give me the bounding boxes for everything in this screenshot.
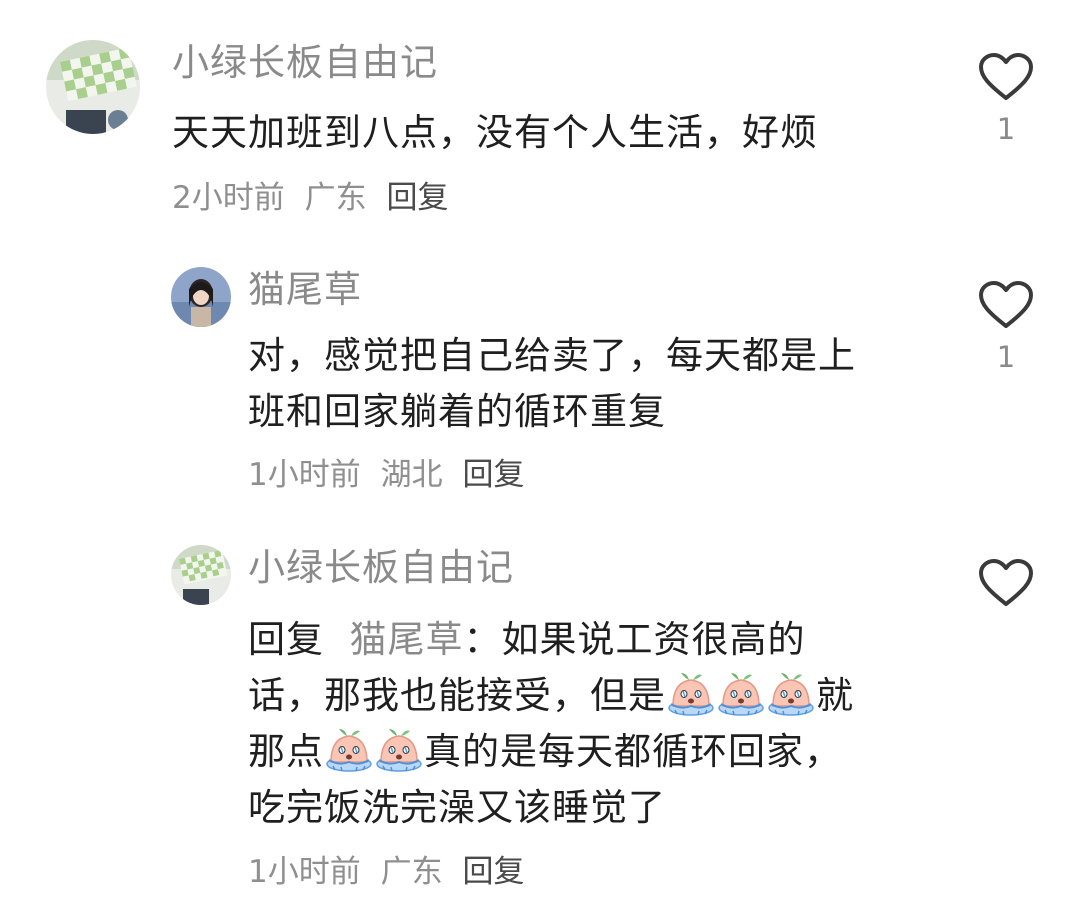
comment-text-line: 那点 真的是每天都循环回家， xyxy=(248,724,948,780)
comment-text-segment: 话，那我也能接受，但是 xyxy=(248,674,666,717)
like-button[interactable] xyxy=(978,558,1034,608)
reply-item: 猫尾草 对，感觉把自己给卖了，每天都是上 班和回家躺着的循环重复 1小时前 湖北… xyxy=(0,240,1080,520)
reply-button[interactable]: 回复 xyxy=(462,457,524,493)
reply-button[interactable]: 回复 xyxy=(462,854,524,890)
comment-text-line: 回复 猫尾草：如果说工资很高的 xyxy=(248,612,948,668)
username[interactable]: 小绿长板自由记 xyxy=(248,545,514,591)
timestamp: 2小时前 xyxy=(172,180,285,216)
comment-text-segment: ：如果说工资很高的 xyxy=(463,618,806,661)
comment-text-line: 班和回家躺着的循环重复 xyxy=(248,390,666,433)
crying-peach-emoji xyxy=(375,726,423,772)
timestamp: 1小时前 xyxy=(248,457,361,493)
comment-text-line: 吃完饭洗完澡又该睡觉了 xyxy=(248,786,666,829)
username[interactable]: 小绿长板自由记 xyxy=(172,40,438,86)
crying-peach-emoji xyxy=(767,670,815,716)
comment-text: 对，感觉把自己给卖了，每天都是上 班和回家躺着的循环重复 xyxy=(248,328,948,440)
like-button[interactable]: 1 xyxy=(978,52,1034,146)
timestamp: 1小时前 xyxy=(248,854,361,890)
avatar[interactable] xyxy=(46,40,140,134)
location: 广东 xyxy=(304,180,367,216)
avatar[interactable] xyxy=(171,267,231,327)
comment-meta: 1小时前 湖北 回复 xyxy=(248,455,534,495)
comment-text-segment: 就 xyxy=(816,674,854,717)
like-button[interactable]: 1 xyxy=(978,280,1034,374)
heart-outline-icon xyxy=(978,52,1034,102)
like-count: 1 xyxy=(996,340,1016,374)
crying-peach-emoji xyxy=(667,670,715,716)
username[interactable]: 猫尾草 xyxy=(248,267,362,313)
comment-text-line: 话，那我也能接受，但是 就 xyxy=(248,668,948,724)
location: 广东 xyxy=(380,854,443,890)
comment-text-line: 对，感觉把自己给卖了，每天都是上 xyxy=(248,334,856,377)
comment-text-segment: 真的是每天都循环回家， xyxy=(424,730,842,773)
crying-peach-emoji xyxy=(717,670,765,716)
comment-text: 回复 猫尾草：如果说工资很高的 话，那我也能接受，但是 就 那点 真的是每天都循环回… xyxy=(248,612,948,836)
comment-text-segment: 那点 xyxy=(248,730,324,773)
reply-prefix: 回复 xyxy=(248,618,324,661)
comment-item: 小绿长板自由记 天天加班到八点，没有个人生活，好烦 2小时前 广东 回复 1 xyxy=(0,0,1080,240)
comment-meta: 1小时前 广东 回复 xyxy=(248,852,534,892)
reply-item: 小绿长板自由记 回复 猫尾草：如果说工资很高的 话，那我也能接受，但是 就 那点 真… xyxy=(0,520,1080,898)
crying-peach-emoji xyxy=(325,726,373,772)
comment-text: 天天加班到八点，没有个人生活，好烦 xyxy=(172,111,818,154)
location: 湖北 xyxy=(380,457,443,493)
comment-meta: 2小时前 广东 回复 xyxy=(172,178,458,218)
avatar[interactable] xyxy=(171,545,231,605)
reply-target-username[interactable]: 猫尾草 xyxy=(350,618,464,661)
like-count: 1 xyxy=(996,112,1016,146)
heart-outline-icon xyxy=(978,558,1034,608)
reply-button[interactable]: 回复 xyxy=(386,180,448,216)
heart-outline-icon xyxy=(978,280,1034,330)
